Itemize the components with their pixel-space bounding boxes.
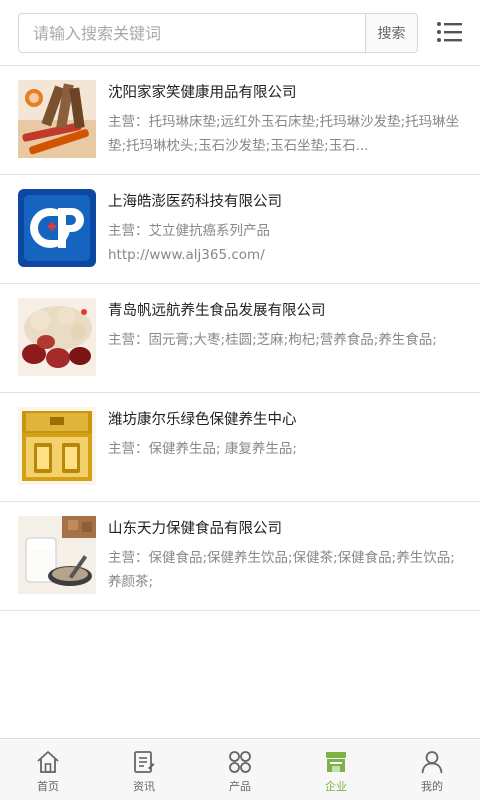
nav-news-label: 资讯 bbox=[133, 780, 155, 793]
nav-products[interactable]: 产品 bbox=[192, 739, 288, 800]
company-name[interactable]: 山东天力保健食品有限公司 bbox=[108, 516, 464, 542]
nav-company-label: 企业 bbox=[325, 780, 347, 793]
company-main-business: 主营：艾立健抗癌系列产品 bbox=[108, 223, 270, 239]
company-info: 山东天力保健食品有限公司 主营：保健食品;保健养生饮品;保健茶;保健食品;养生饮… bbox=[108, 516, 464, 594]
company-name[interactable]: 上海皓澎医药科技有限公司 bbox=[108, 189, 464, 215]
search-button[interactable]: 搜索 bbox=[365, 14, 417, 52]
company-main-business: 主营：固元膏;大枣;桂圆;芝麻;枸杞;营养食品;养生食品; bbox=[108, 332, 437, 348]
nav-mine[interactable]: 我的 bbox=[384, 739, 480, 800]
company-item[interactable]: 沈阳家家笑健康用品有限公司 主营：托玛琳床垫;远红外玉石床垫;托玛琳沙发垫;托玛… bbox=[0, 66, 480, 175]
company-item[interactable]: 潍坊康尔乐绿色保健养生中心 主营：保健养生品; 康复养生品; bbox=[0, 393, 480, 502]
company-thumbnail[interactable] bbox=[18, 407, 96, 485]
bottom-nav: 首页 资讯 产品 企业 我的 bbox=[0, 738, 480, 800]
company-info: 上海皓澎医药科技有限公司 主营：艾立健抗癌系列产品 http://www.alj… bbox=[108, 189, 464, 267]
company-thumbnail[interactable] bbox=[18, 298, 96, 376]
company-main-business: 主营：保健食品;保健养生饮品;保健茶;保健食品;养生饮品;养颜茶; bbox=[108, 550, 455, 590]
header: 搜索 bbox=[0, 0, 480, 66]
company-main-business: 主营：托玛琳床垫;远红外玉石床垫;托玛琳沙发垫;托玛琳坐垫;托玛琳枕头;玉石沙发… bbox=[108, 114, 460, 154]
search-input[interactable] bbox=[19, 14, 365, 52]
company-info: 潍坊康尔乐绿色保健养生中心 主营：保健养生品; 康复养生品; bbox=[108, 407, 464, 461]
nav-mine-label: 我的 bbox=[421, 780, 443, 793]
company-info: 沈阳家家笑健康用品有限公司 主营：托玛琳床垫;远红外玉石床垫;托玛琳沙发垫;托玛… bbox=[108, 80, 464, 158]
home-icon bbox=[37, 751, 59, 773]
nav-news[interactable]: 资讯 bbox=[96, 739, 192, 800]
company-thumbnail[interactable] bbox=[18, 516, 96, 594]
company-main-business: 主营：保健养生品; 康复养生品; bbox=[108, 441, 297, 457]
nav-company[interactable]: 企业 bbox=[288, 739, 384, 800]
company-item[interactable]: 青岛帆远航养生食品发展有限公司 主营：固元膏;大枣;桂圆;芝麻;枸杞;营养食品;… bbox=[0, 284, 480, 393]
company-list: 沈阳家家笑健康用品有限公司 主营：托玛琳床垫;远红外玉石床垫;托玛琳沙发垫;托玛… bbox=[0, 66, 480, 611]
nav-products-label: 产品 bbox=[229, 780, 251, 793]
news-icon bbox=[134, 751, 155, 773]
list-menu-icon[interactable] bbox=[436, 18, 464, 46]
company-item[interactable]: 山东天力保健食品有限公司 主营：保健食品;保健养生饮品;保健茶;保健食品;养生饮… bbox=[0, 502, 480, 611]
search-box: 搜索 bbox=[18, 13, 418, 53]
company-info: 青岛帆远航养生食品发展有限公司 主营：固元膏;大枣;桂圆;芝麻;枸杞;营养食品;… bbox=[108, 298, 464, 352]
company-item[interactable]: 上海皓澎医药科技有限公司 主营：艾立健抗癌系列产品 http://www.alj… bbox=[0, 175, 480, 284]
company-name[interactable]: 潍坊康尔乐绿色保健养生中心 bbox=[108, 407, 464, 433]
company-name[interactable]: 青岛帆远航养生食品发展有限公司 bbox=[108, 298, 464, 324]
nav-home[interactable]: 首页 bbox=[0, 739, 96, 800]
company-url[interactable]: http://www.alj365.com/ bbox=[108, 243, 464, 267]
grid-icon bbox=[229, 751, 251, 773]
nav-home-label: 首页 bbox=[37, 780, 59, 793]
company-thumbnail[interactable] bbox=[18, 80, 96, 158]
store-icon bbox=[326, 752, 346, 772]
user-icon bbox=[421, 751, 443, 774]
company-thumbnail[interactable] bbox=[18, 189, 96, 267]
company-name[interactable]: 沈阳家家笑健康用品有限公司 bbox=[108, 80, 464, 106]
